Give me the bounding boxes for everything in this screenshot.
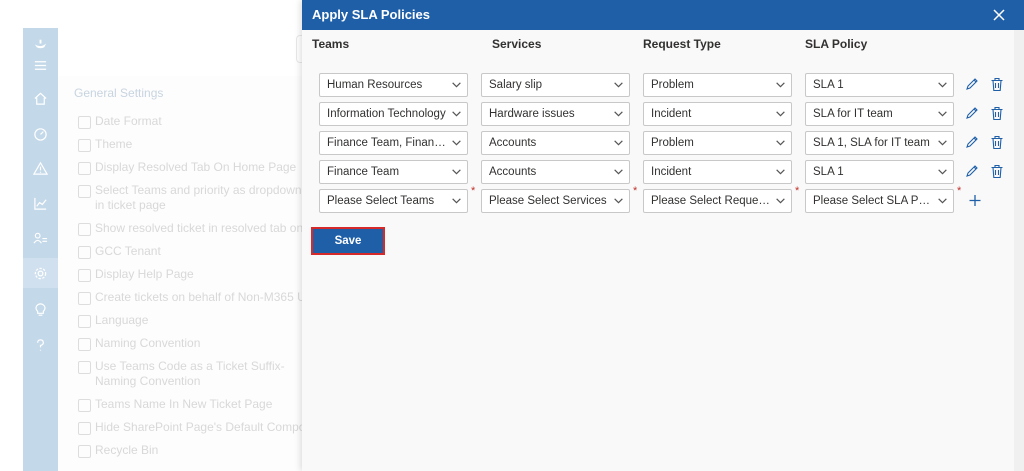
edit-button[interactable] — [965, 164, 979, 179]
modal-overlay[interactable] — [0, 0, 302, 471]
chevron-down-icon — [614, 198, 623, 204]
teams-dropdown[interactable]: Finance Team, Financ... — [319, 131, 468, 155]
trash-icon — [991, 77, 1003, 92]
required-marker: * — [957, 185, 962, 197]
chevron-down-icon — [614, 140, 623, 146]
required-marker: * — [795, 185, 800, 197]
pencil-icon — [966, 107, 978, 119]
column-header-teams: Teams — [312, 37, 350, 51]
request-type-dropdown[interactable]: Problem — [643, 73, 792, 97]
chevron-down-icon — [452, 169, 461, 175]
services-select[interactable]: Please Select Services — [481, 189, 630, 213]
chevron-down-icon — [776, 140, 785, 146]
table-row: Finance Team, Financ... Accounts Problem… — [302, 131, 1024, 155]
request-type-dropdown[interactable]: Incident — [643, 102, 792, 126]
required-marker: * — [633, 185, 638, 197]
services-dropdown[interactable]: Accounts — [481, 131, 630, 155]
delete-button[interactable] — [990, 135, 1004, 150]
delete-button[interactable] — [990, 164, 1004, 179]
pencil-icon — [966, 165, 978, 177]
chevron-down-icon — [614, 169, 623, 175]
edit-button[interactable] — [965, 106, 979, 121]
column-header-services: Services — [492, 37, 542, 51]
sla-policy-dropdown[interactable]: SLA 1, SLA for IT team — [805, 131, 954, 155]
services-dropdown[interactable]: Accounts — [481, 160, 630, 184]
sla-policy-select[interactable]: Please Select SLA Policy — [805, 189, 954, 213]
chevron-down-icon — [776, 198, 785, 204]
required-marker: * — [471, 185, 476, 197]
request-type-select[interactable]: Please Select Request ... — [643, 189, 792, 213]
sla-policy-dropdown[interactable]: SLA 1 — [805, 160, 954, 184]
services-dropdown[interactable]: Salary slip — [481, 73, 630, 97]
chevron-down-icon — [776, 111, 785, 117]
chevron-down-icon — [452, 111, 461, 117]
sla-policies-dialog: Apply SLA Policies Teams Services Reques… — [302, 0, 1024, 471]
plus-icon — [969, 195, 981, 206]
sla-policy-dropdown[interactable]: SLA 1 — [805, 73, 954, 97]
chevron-down-icon — [614, 111, 623, 117]
teams-dropdown[interactable]: Information Technology — [319, 102, 468, 126]
chevron-down-icon — [614, 82, 623, 88]
table-row: Human Resources Salary slip Problem SLA … — [302, 73, 1024, 97]
chevron-down-icon — [938, 111, 947, 117]
request-type-dropdown[interactable]: Problem — [643, 131, 792, 155]
column-header-request-type: Request Type — [643, 37, 721, 51]
chevron-down-icon — [938, 198, 947, 204]
dialog-header: Apply SLA Policies — [302, 0, 1024, 30]
chevron-down-icon — [938, 82, 947, 88]
pencil-icon — [966, 78, 978, 90]
save-button[interactable]: Save — [311, 227, 385, 255]
chevron-down-icon — [452, 198, 461, 204]
chevron-down-icon — [938, 169, 947, 175]
chevron-down-icon — [776, 169, 785, 175]
chevron-down-icon — [776, 82, 785, 88]
chevron-down-icon — [452, 82, 461, 88]
teams-dropdown[interactable]: Finance Team — [319, 160, 468, 184]
table-row: Finance Team Accounts Incident SLA 1 — [302, 160, 1024, 184]
pencil-icon — [966, 136, 978, 148]
trash-icon — [991, 164, 1003, 179]
trash-icon — [991, 135, 1003, 150]
close-button[interactable] — [992, 8, 1006, 22]
delete-button[interactable] — [990, 77, 1004, 92]
new-policy-row: Please Select Teams * Please Select Serv… — [302, 185, 1024, 213]
chevron-down-icon — [452, 140, 461, 146]
table-row: Information Technology Hardware issues I… — [302, 102, 1024, 126]
edit-button[interactable] — [965, 135, 979, 150]
trash-icon — [991, 106, 1003, 121]
request-type-dropdown[interactable]: Incident — [643, 160, 792, 184]
edit-button[interactable] — [965, 77, 979, 92]
dialog-title: Apply SLA Policies — [312, 7, 430, 22]
sla-policy-dropdown[interactable]: SLA for IT team — [805, 102, 954, 126]
add-row-button[interactable] — [968, 193, 982, 208]
close-icon — [993, 9, 1005, 21]
delete-button[interactable] — [990, 106, 1004, 121]
chevron-down-icon — [938, 140, 947, 146]
teams-select[interactable]: Please Select Teams — [319, 189, 468, 213]
column-header-sla-policy: SLA Policy — [805, 37, 868, 51]
teams-dropdown[interactable]: Human Resources — [319, 73, 468, 97]
services-dropdown[interactable]: Hardware issues — [481, 102, 630, 126]
